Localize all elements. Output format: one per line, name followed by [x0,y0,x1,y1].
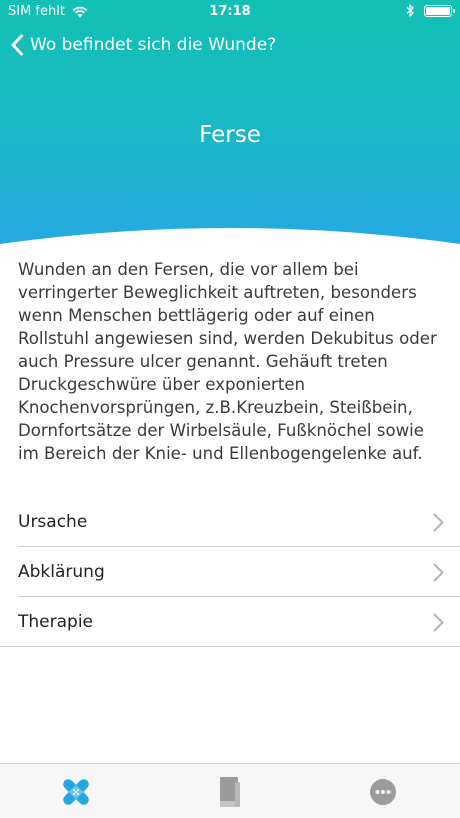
book-icon [220,777,240,807]
header-wave [0,228,460,250]
menu-list: Ursache Abklärung Therapie [0,497,460,647]
header-banner: SIM fehlt 17:18 Wo befindet sich die Wun… [0,0,460,250]
tab-wounds[interactable] [59,775,93,809]
battery-icon [424,4,455,17]
description-text: Wunden an den Fersen, die vor allem bei … [18,260,437,463]
clock: 17:18 [209,4,251,19]
chevron-left-icon [11,34,23,56]
menu-item-ursache[interactable]: Ursache [0,497,460,547]
menu-item-label: Abklärung [18,562,105,582]
bandage-icon [63,779,89,805]
separator [0,646,460,647]
menu-item-therapie[interactable]: Therapie [0,597,460,647]
chevron-right-icon [433,513,444,532]
page-title: Ferse [199,122,261,148]
tab-library[interactable] [213,775,247,809]
chevron-right-icon [433,563,444,582]
back-button[interactable]: Wo befindet sich die Wunde? [10,34,276,56]
bluetooth-icon [406,4,414,17]
menu-item-label: Therapie [18,612,93,632]
tab-more[interactable] [366,775,400,809]
tab-bar [0,763,460,818]
menu-item-label: Ursache [18,512,88,532]
back-label: Wo befindet sich die Wunde? [30,35,277,55]
status-right [406,4,455,17]
more-icon [370,779,396,805]
chevron-right-icon [433,613,444,632]
status-bar: SIM fehlt 17:18 [0,0,460,24]
menu-item-abklaerung[interactable]: Abklärung [0,547,460,597]
